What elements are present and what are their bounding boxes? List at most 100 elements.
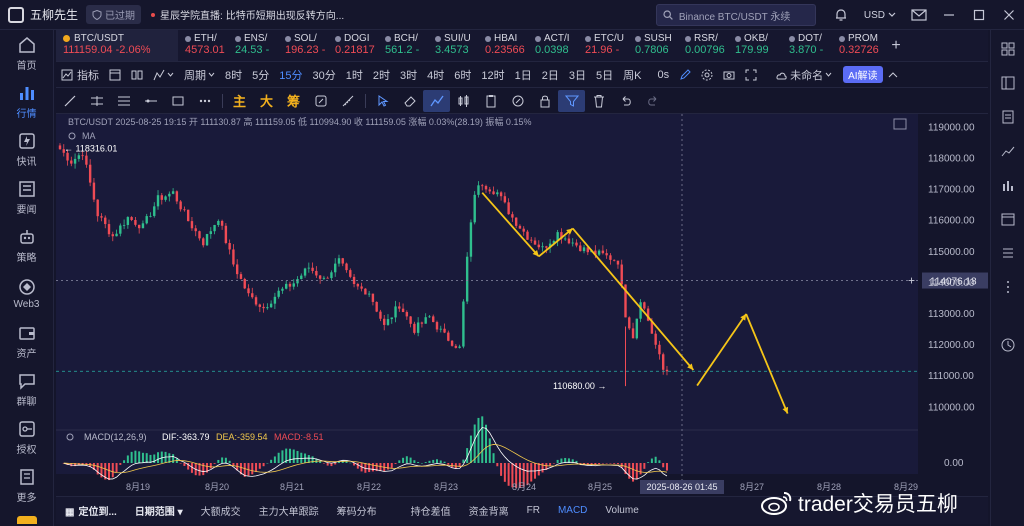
app-logo[interactable]: 五柳先生 [8,6,86,23]
ticker-item[interactable]: RSR/0.00796 [678,30,728,61]
calendar-icon[interactable] [991,202,1024,236]
interval-tab[interactable]: 5分 [247,67,274,83]
undo-icon[interactable] [612,90,639,112]
clipboard-icon[interactable] [477,90,504,112]
chip-distribution-tab[interactable]: 筹码分布 [328,503,386,518]
fullscreen-icon[interactable] [740,69,762,81]
minimize-icon[interactable] [934,9,964,21]
ticker-item[interactable]: SUI/U 3.4573 [428,30,478,61]
interval-tab[interactable]: 3时 [395,67,422,83]
locate-button[interactable]: ▦ 定位到... [56,503,126,518]
ticker-item[interactable]: BCH/561.2 - [378,30,428,61]
sidebar-item-4[interactable]: 策略 [0,222,53,270]
interval-tab[interactable]: 2日 [537,67,564,83]
ticker-item[interactable]: DOT/3.870 - [782,30,832,61]
mail-icon[interactable] [904,9,934,21]
delete-icon[interactable] [585,90,612,112]
interval-tab[interactable]: 2时 [368,67,395,83]
eraser-icon[interactable] [396,90,423,112]
currency-select[interactable]: USD [864,10,896,21]
ticker-item[interactable]: ETH/4573.01 [178,30,228,61]
add-ticker-button[interactable]: + [882,30,910,61]
sidebar-item-9[interactable]: 更多 [0,462,53,510]
drag-handle-icon[interactable] [991,270,1024,304]
ticker-item[interactable]: SOL/196.23 - [278,30,328,61]
volume-tab[interactable]: Volume [596,505,647,516]
ruler-icon[interactable] [334,90,361,112]
period-dropdown[interactable]: 周期 [179,67,220,83]
block-trade-tab[interactable]: 大额成交 [192,503,250,518]
cursor-icon[interactable] [369,90,396,112]
candle-tool-icon[interactable] [450,90,477,112]
ticker-item[interactable]: ETC/U 21.96 - [578,30,628,61]
ticker-item[interactable]: DOGI 0.21817 [328,30,378,61]
parallel-lines-tool-icon[interactable] [83,90,110,112]
ticker-item[interactable]: PROM 0.32726 [832,30,882,61]
interval-tab[interactable]: 12时 [476,67,509,83]
refresh-interval[interactable]: 0s [652,69,674,81]
sidebar-item-3[interactable]: 要闻 [0,174,53,222]
open-interest-tab[interactable]: 持仓差值 [402,503,460,518]
search-input[interactable]: Binance BTC/USDT 永续 [655,4,816,26]
chart-area[interactable]: 119000.00 118000.00 117000.00 116000.00 1150… [56,114,988,494]
compare-icon[interactable] [126,69,148,81]
expired-badge[interactable]: 已过期 [86,5,142,24]
funding-rate-tab[interactable]: FR [518,505,549,516]
sidebar-item-1[interactable]: 行情 [0,78,53,126]
filter-icon[interactable] [558,89,585,112]
interval-tab[interactable]: 6时 [449,67,476,83]
sidebar-item-7[interactable]: 群聊 [0,366,53,414]
main-force-tool[interactable]: 主 [226,90,253,112]
magnet-icon[interactable] [307,90,334,112]
price-chart[interactable]: 119000.00 118000.00 117000.00 116000.00 1150… [56,114,988,494]
pencil-icon[interactable] [674,68,696,81]
trendline-tool-icon[interactable] [56,90,83,112]
multi-chart-dropdown[interactable] [148,69,179,81]
line-draw-tool-icon[interactable] [423,89,450,112]
redo-icon[interactable] [639,90,666,112]
interval-tab[interactable]: 1日 [510,67,537,83]
sidebar-item-8[interactable]: 授权 [0,414,53,462]
main-force-tracking-tab[interactable]: 主力大单跟踪 [250,503,328,518]
sidebar-item-5[interactable]: Web3 [0,270,53,318]
ticker-item[interactable]: ACT/I 0.0398 [528,30,578,61]
layout-name-dropdown[interactable]: 未命名 [770,67,837,83]
trend-chart-icon[interactable] [991,134,1024,168]
large-order-tool[interactable]: 大 [253,90,280,112]
horizontal-ray-tool-icon[interactable] [137,90,164,112]
interval-tab[interactable]: 5日 [591,67,618,83]
camera-icon[interactable] [718,69,740,81]
lock-icon[interactable] [531,90,558,112]
interval-tab[interactable]: 4时 [422,67,449,83]
list-icon[interactable] [991,236,1024,270]
more-tools-icon[interactable] [191,90,218,112]
ticker-item[interactable]: SUSH 0.7806 [628,30,678,61]
fund-divergence-tab[interactable]: 资金背离 [460,503,518,518]
interval-tab[interactable]: 30分 [308,67,341,83]
collapse-icon[interactable] [883,71,903,79]
layout-grid-icon[interactable] [991,32,1024,66]
sidebar-item-0[interactable]: 首页 [0,30,53,78]
brush-icon[interactable] [504,90,531,112]
interval-tab[interactable]: 15分 [274,67,307,83]
close-icon[interactable] [994,9,1024,21]
interval-tab[interactable]: 1时 [341,67,368,83]
ticker-item[interactable]: HBAI 0.23566 [478,30,528,61]
interval-tab[interactable]: 周K [618,67,646,83]
panel-icon[interactable] [991,66,1024,100]
interval-tab[interactable]: 3日 [564,67,591,83]
sidebar-item-6[interactable]: 资产 [0,318,53,366]
macd-tab[interactable]: MACD [549,505,596,516]
indicators-button[interactable]: 指标 [56,67,104,83]
chip-tool[interactable]: 筹 [280,90,307,112]
bar-chart-icon[interactable] [991,168,1024,202]
history-icon[interactable] [991,328,1024,362]
maximize-icon[interactable] [964,9,994,21]
news-ticker[interactable]: 星辰学院直播: 比特币短期出现反转方向... [151,7,344,22]
sidebar-item-2[interactable]: 快讯 [0,126,53,174]
ticker-item[interactable]: OKB/179.99 [728,30,782,61]
bell-icon[interactable] [826,8,856,22]
ticker-item[interactable]: ENS/24.53 - [228,30,278,61]
date-range-dropdown[interactable]: 日期范围 ▾ [126,503,192,518]
rectangle-tool-icon[interactable] [164,90,191,112]
